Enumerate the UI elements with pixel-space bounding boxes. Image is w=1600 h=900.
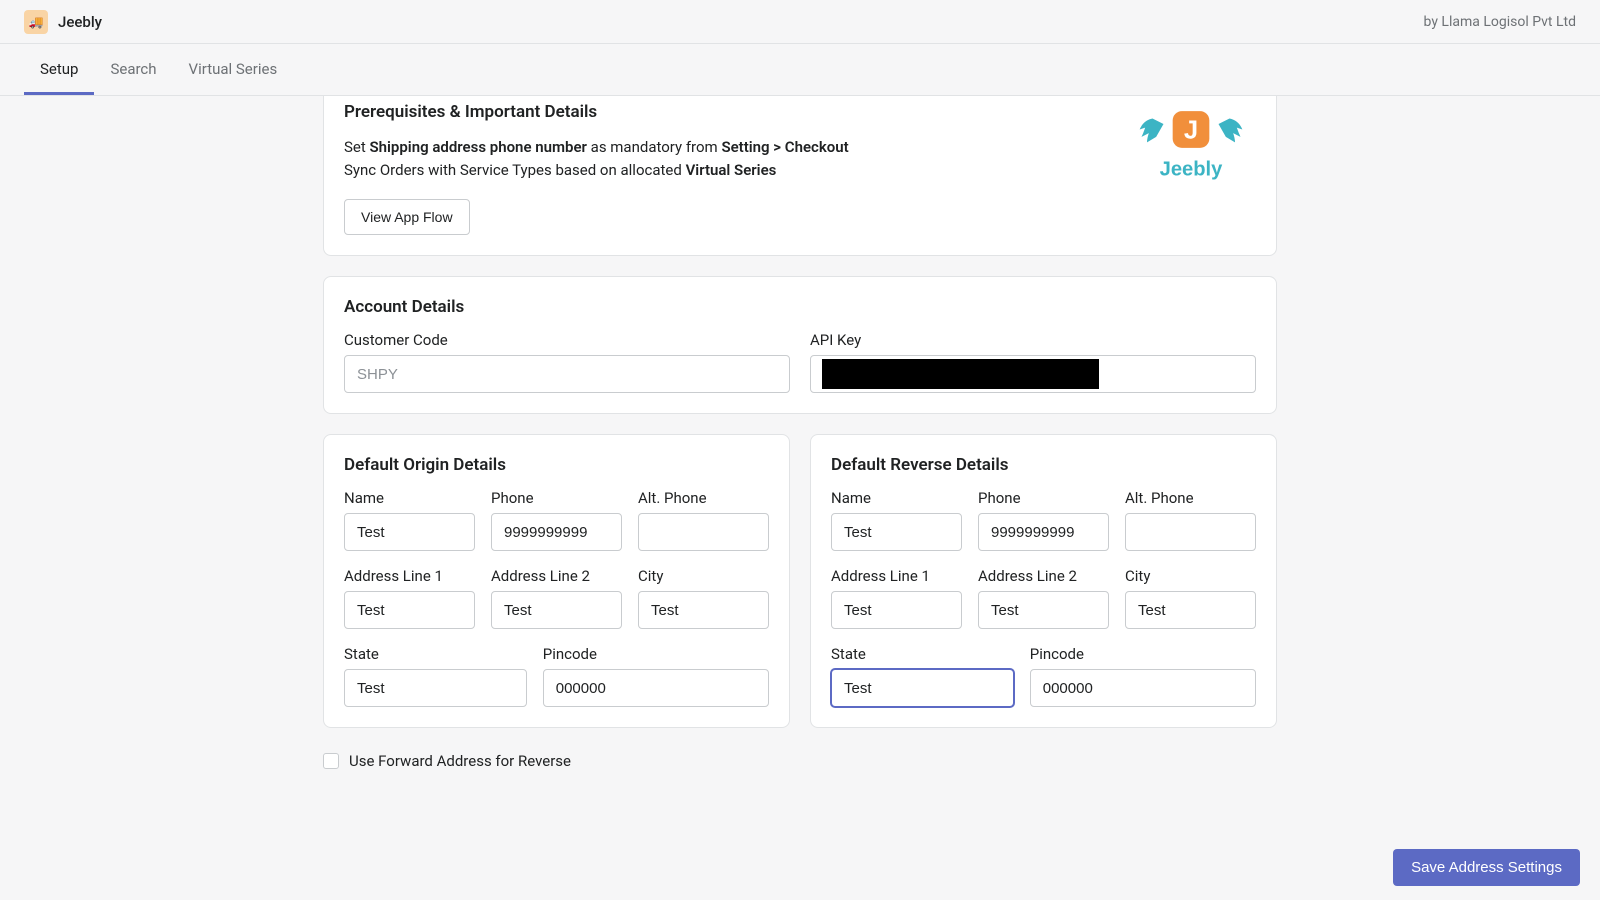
origin-altphone-label: Alt. Phone [638,489,769,507]
prereq-text: Set Shipping address phone number as man… [344,136,1106,181]
reverse-name-input[interactable] [831,513,962,551]
origin-addr2-label: Address Line 2 [491,567,622,585]
prereq-line1-bold1: Shipping address phone number [370,138,587,156]
reverse-pincode-label: Pincode [1030,645,1256,663]
origin-title: Default Origin Details [344,455,769,475]
logo-wordmark: Jeebly [1160,158,1224,180]
reverse-phone-label: Phone [978,489,1109,507]
tab-virtual-series[interactable]: Virtual Series [173,44,294,95]
prereq-line1-mid: as mandatory from [587,138,722,156]
tab-setup[interactable]: Setup [24,44,94,95]
prereq-content: Prerequisites & Important Details Set Sh… [344,102,1106,235]
origin-addr1-input[interactable] [344,591,475,629]
origin-addr2-input[interactable] [491,591,622,629]
reverse-phone-input[interactable] [978,513,1109,551]
reverse-city-input[interactable] [1125,591,1256,629]
reverse-addr2-input[interactable] [978,591,1109,629]
origin-city-label: City [638,567,769,585]
reverse-state-input[interactable] [831,669,1014,707]
reverse-addr2-label: Address Line 2 [978,567,1109,585]
origin-state-label: State [344,645,527,663]
footer-bar: Save Address Settings [0,835,1600,900]
origin-altphone-input[interactable] [638,513,769,551]
app-icon: 🚚 [24,10,48,34]
app-header: 🚚 Jeebly by Llama Logisol Pvt Ltd [0,0,1600,44]
prereq-line1-bold2: Setting > Checkout [721,138,848,156]
tab-bar: Setup Search Virtual Series [0,44,1600,96]
svg-text:J: J [1184,117,1198,145]
origin-name-input[interactable] [344,513,475,551]
reverse-altphone-input[interactable] [1125,513,1256,551]
jeebly-logo: J Jeebly [1126,102,1256,189]
header-left: 🚚 Jeebly [24,10,102,34]
origin-phone-label: Phone [491,489,622,507]
prereq-line2-prefix: Sync Orders with Service Types based on … [344,161,686,179]
publisher-text: by Llama Logisol Pvt Ltd [1424,14,1576,30]
prereq-line1-prefix: Set [344,138,370,156]
origin-name-label: Name [344,489,475,507]
reverse-name-label: Name [831,489,962,507]
save-address-settings-button[interactable]: Save Address Settings [1393,849,1580,886]
api-key-label: API Key [810,331,1256,349]
reverse-state-label: State [831,645,1014,663]
reverse-altphone-label: Alt. Phone [1125,489,1256,507]
reverse-pincode-input[interactable] [1030,669,1256,707]
view-app-flow-button[interactable]: View App Flow [344,199,470,235]
prereq-title: Prerequisites & Important Details [344,102,1106,122]
prerequisites-card: Prerequisites & Important Details Set Sh… [323,96,1277,256]
customer-code-label: Customer Code [344,331,790,349]
reverse-addr1-label: Address Line 1 [831,567,962,585]
reverse-city-label: City [1125,567,1256,585]
reverse-addr1-input[interactable] [831,591,962,629]
origin-addr1-label: Address Line 1 [344,567,475,585]
default-origin-card: Default Origin Details Name Phone Alt. P… [323,434,790,728]
checkbox-icon[interactable] [323,753,339,769]
origin-state-input[interactable] [344,669,527,707]
origin-pincode-input[interactable] [543,669,769,707]
api-key-redacted [822,359,1099,389]
account-details-card: Account Details Customer Code API Key [323,276,1277,414]
origin-pincode-label: Pincode [543,645,769,663]
prereq-line2-bold: Virtual Series [686,161,777,179]
tab-search[interactable]: Search [94,44,172,95]
default-reverse-card: Default Reverse Details Name Phone Alt. … [810,434,1277,728]
reverse-title: Default Reverse Details [831,455,1256,475]
app-name: Jeebly [58,13,102,31]
jeebly-logo-icon: J Jeebly [1136,102,1246,185]
checkbox-label: Use Forward Address for Reverse [349,752,571,770]
customer-code-input[interactable] [344,355,790,393]
origin-phone-input[interactable] [491,513,622,551]
origin-city-input[interactable] [638,591,769,629]
use-forward-checkbox-row[interactable]: Use Forward Address for Reverse [323,748,1277,770]
account-details-title: Account Details [344,297,1256,317]
